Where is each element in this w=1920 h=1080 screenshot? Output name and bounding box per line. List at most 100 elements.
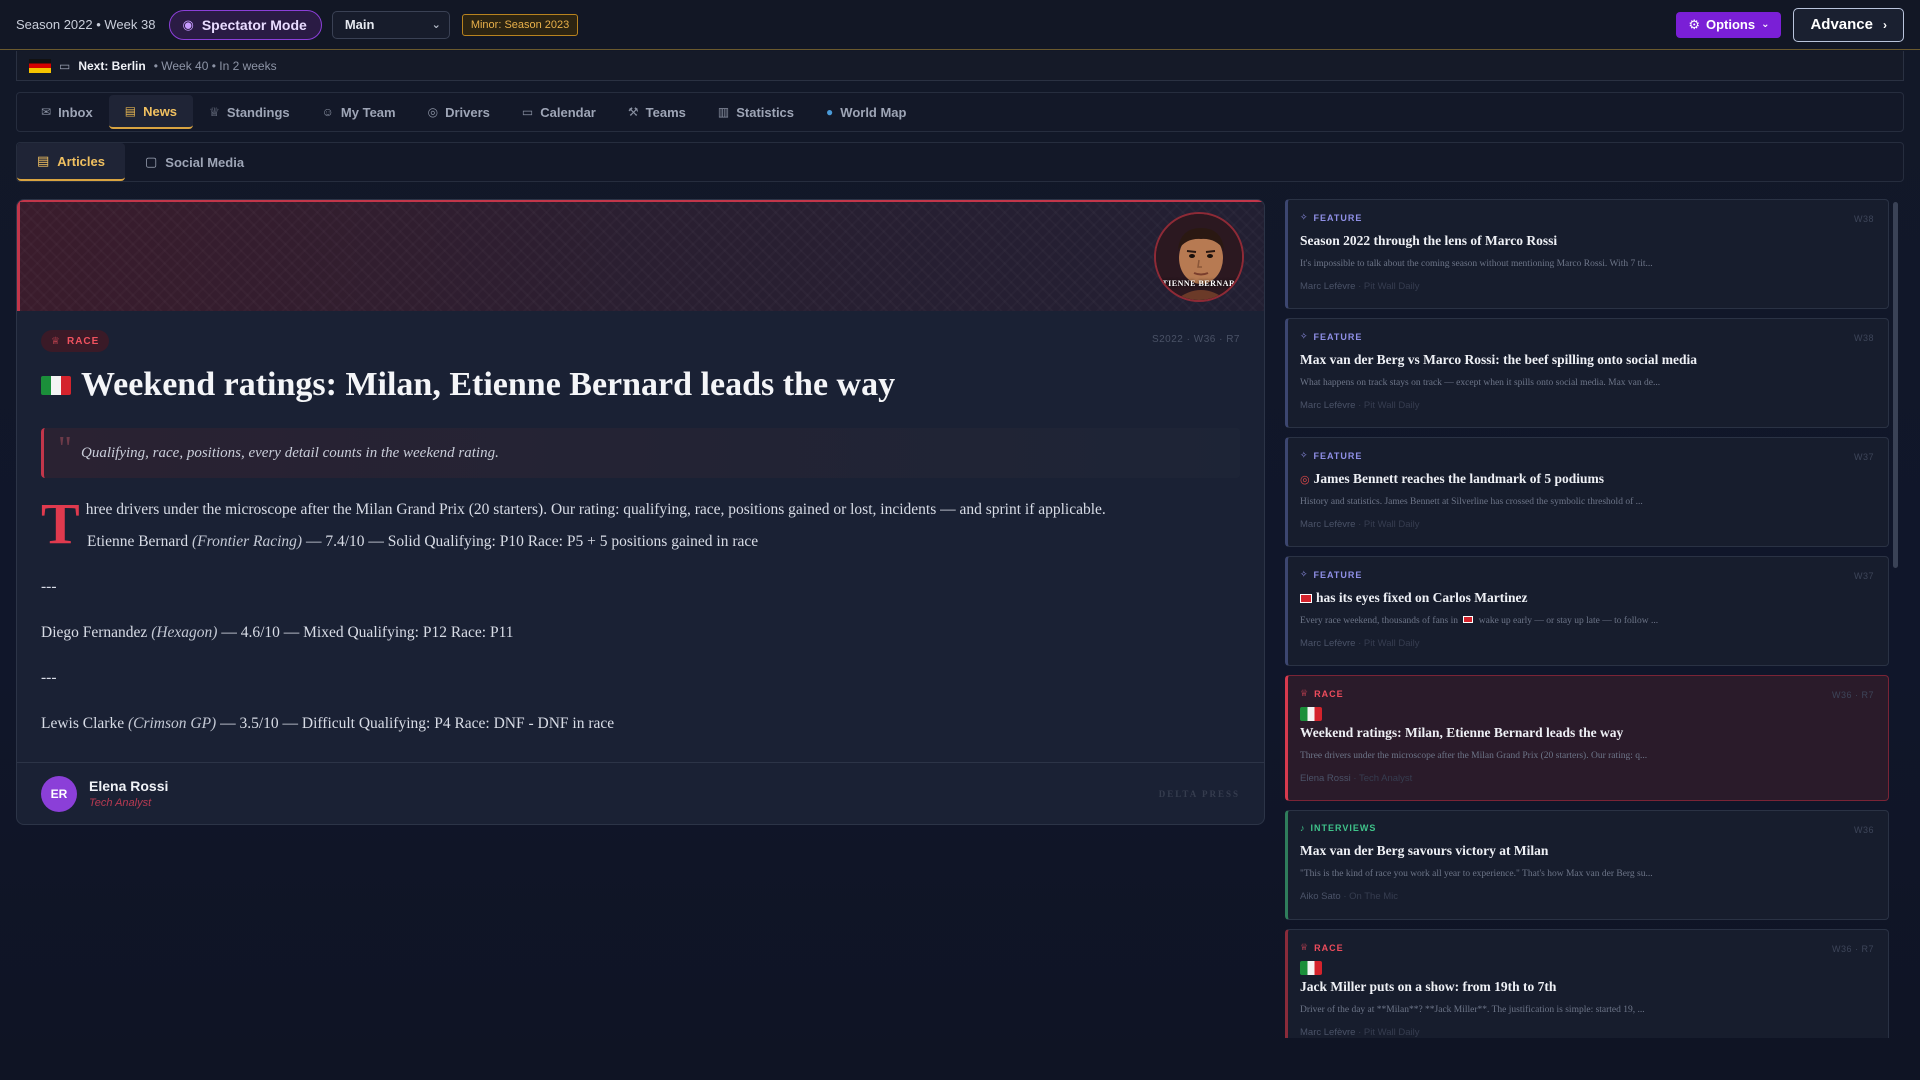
tab-label: My Team: [340, 104, 396, 120]
article-footer: ER Elena Rossi Tech Analyst DELTA PRESS: [17, 762, 1264, 824]
drop-cap: T: [41, 491, 80, 556]
author-role: Tech Analyst: [89, 797, 152, 809]
list-item[interactable]: ✧ FEATURE W38 Max van der Berg vs Marco …: [1285, 318, 1889, 428]
subtab-articles[interactable]: ▤ Articles: [17, 143, 125, 181]
driver-portrait: ETIENNE BERNARD: [1154, 212, 1244, 302]
author-avatar: ER: [41, 775, 77, 812]
article-banner: ETIENNE BERNARD: [17, 200, 1264, 311]
tab-drivers[interactable]: ◎ Drivers: [412, 95, 506, 129]
trophy-icon: ♕: [1300, 942, 1310, 952]
advance-button[interactable]: Advance ›: [1793, 7, 1904, 42]
list-item[interactable]: ✧ FEATURE W38 Season 2022 through the le…: [1285, 199, 1889, 309]
article-meta: S2022 · W36 · R7: [1151, 334, 1240, 345]
card-category-label: FEATURE: [1313, 212, 1363, 223]
sparkle-icon: ✧: [1300, 331, 1309, 341]
trophy-icon: ♕: [209, 105, 220, 119]
card-title-text: James Bennett reaches the landmark of 5 …: [1313, 471, 1604, 486]
spectator-mode-button[interactable]: ◉ Spectator Mode: [169, 9, 322, 40]
card-category: ✧ FEATURE: [1300, 569, 1874, 580]
rating-row: Diego Fernandez (Hexagon) — 4.6/10 — Mix…: [41, 623, 1240, 641]
minor-season-badge: Minor: Season 2023: [461, 13, 579, 36]
germany-flag-icon: [29, 58, 51, 73]
rating-text: — 7.4/10 — Solid Qualifying: P10 Race: P…: [305, 532, 759, 550]
card-source: · Tech Analyst: [1353, 773, 1413, 784]
tab-standings[interactable]: ♕ Standings: [193, 95, 306, 129]
separator: ---: [41, 669, 57, 687]
card-author: Aiko Sato · On The Mic: [1300, 891, 1874, 902]
subtab-label: Social Media: [165, 154, 245, 170]
news-list-scrollbar[interactable]: [1893, 202, 1898, 568]
top-bar: Season 2022 • Week 38 ◉ Spectator Mode M…: [0, 0, 1920, 50]
separator: ---: [41, 578, 57, 596]
rating-text: — 3.5/10 — Difficult Qualifying: P4 Race…: [220, 714, 615, 732]
press-label: DELTA PRESS: [1158, 788, 1240, 799]
card-title: has its eyes fixed on Carlos Martinez: [1300, 590, 1874, 606]
card-title: Season 2022 through the lens of Marco Ro…: [1300, 233, 1558, 248]
card-title: Max van der Berg savours victory at Mila…: [1300, 843, 1549, 858]
rating-team: (Crimson GP): [127, 714, 217, 732]
list-item[interactable]: ♕ RACE W36 · R7 Jack Miller puts on a sh…: [1285, 929, 1889, 1038]
card-category-label: RACE: [1314, 688, 1344, 699]
card-week: W37: [1853, 571, 1874, 581]
list-item[interactable]: ✧ FEATURE W37 has its eyes fixed on Carl…: [1285, 556, 1889, 666]
options-label: Options: [1705, 17, 1756, 32]
tab-label: Inbox: [58, 104, 93, 120]
italy-flag-icon: [41, 375, 71, 395]
gear-icon: ⚙: [1688, 16, 1700, 32]
tab-my-team[interactable]: ☺ My Team: [306, 95, 412, 129]
user-icon: ☺: [321, 105, 334, 119]
calendar-icon: ▭: [59, 58, 71, 73]
card-category: ✧ FEATURE: [1300, 212, 1874, 223]
list-item[interactable]: ♪ INTERVIEWS W36 Max van der Berg savour…: [1285, 810, 1889, 920]
tab-world-map[interactable]: ● World Map: [810, 95, 922, 129]
article-headline: Weekend ratings: Milan, Etienne Bernard …: [41, 366, 1240, 404]
portrait-caption: ETIENNE BERNARD: [1156, 279, 1242, 288]
news-sub-nav: ▤ Articles ▢ Social Media: [16, 142, 1904, 182]
card-author: Marc Lefèvre · Pit Wall Daily: [1300, 519, 1874, 530]
card-excerpt-a: Every race weekend, thousands of fans in: [1300, 616, 1459, 626]
tab-teams[interactable]: ⚒ Teams: [612, 95, 702, 129]
save-select[interactable]: Main ⌄: [331, 10, 450, 39]
tab-statistics[interactable]: ▥ Statistics: [702, 95, 810, 129]
spectator-label: Spectator Mode: [201, 16, 307, 33]
card-source: · Pit Wall Daily: [1358, 638, 1420, 649]
rating-team: (Frontier Racing): [192, 532, 303, 550]
trophy-icon: ♕: [1300, 688, 1310, 698]
card-author-name: Aiko Sato: [1300, 891, 1341, 902]
globe-icon: ●: [826, 105, 834, 119]
card-category: ♕ RACE: [1300, 942, 1874, 953]
italy-flag-icon: [1300, 961, 1322, 975]
card-week: W38: [1853, 333, 1874, 343]
rating-row: Lewis Clarke (Crimson GP) — 3.5/10 — Dif…: [41, 714, 1240, 732]
card-title: Max van der Berg vs Marco Rossi: the bee…: [1300, 352, 1697, 367]
list-item-selected[interactable]: ♕ RACE W36 · R7 Weekend ratings: Milan, …: [1285, 675, 1889, 801]
bar-chart-icon: ▥: [717, 105, 730, 119]
tab-calendar[interactable]: ▭ Calendar: [506, 95, 612, 129]
news-list: ✧ FEATURE W38 Season 2022 through the le…: [1283, 199, 1899, 1038]
subtab-label: Articles: [57, 153, 105, 169]
card-author-name: Marc Lefèvre: [1300, 400, 1356, 411]
card-title: ◎ James Bennett reaches the landmark of …: [1300, 471, 1874, 487]
category-badge: ♕ RACE: [41, 330, 110, 352]
chevron-down-icon: ⌄: [431, 19, 441, 31]
tab-news[interactable]: ▤ News: [108, 95, 194, 129]
tab-inbox[interactable]: ✉ Inbox: [25, 95, 109, 129]
card-week: W37: [1853, 452, 1874, 462]
next-event-bar: ▭ Next: Berlin • Week 40 • In 2 weeks: [16, 51, 1904, 81]
article-body: ♕ RACE S2022 · W36 · R7 Weekend ratings:…: [41, 330, 1240, 731]
tab-label: Calendar: [540, 104, 596, 120]
card-excerpt: It's impossible to talk about the coming…: [1300, 259, 1653, 269]
subtab-social-media[interactable]: ▢ Social Media: [125, 143, 264, 181]
newspaper-icon: ▤: [37, 153, 50, 168]
card-author-name: Marc Lefèvre: [1300, 638, 1356, 649]
list-item[interactable]: ✧ FEATURE W37 ◎ James Bennett reaches th…: [1285, 437, 1889, 547]
card-category-label: RACE: [1314, 942, 1344, 953]
rating-driver: Diego Fernandez: [41, 623, 148, 641]
italy-flag-icon: [1300, 707, 1322, 721]
author-name[interactable]: Elena Rossi: [89, 778, 168, 794]
category-label: RACE: [66, 335, 100, 347]
options-button[interactable]: ⚙ Options ⌄: [1676, 11, 1782, 38]
tab-label: Statistics: [736, 104, 795, 120]
card-category-label: FEATURE: [1313, 569, 1363, 580]
sparkle-icon: ✧: [1300, 212, 1309, 222]
